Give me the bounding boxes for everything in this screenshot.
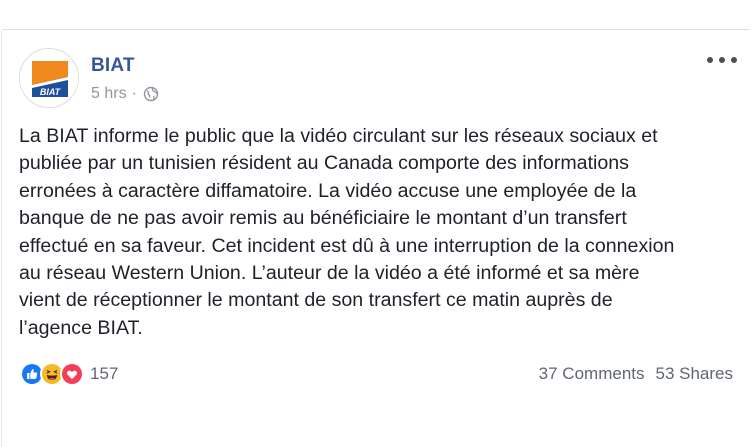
comments-count-link[interactable]: 37 Comments [539,364,645,384]
page-name-link[interactable]: BIAT [91,55,135,77]
more-dot-icon [731,57,737,63]
meta-separator: · [131,85,137,102]
shares-count-link[interactable]: 53 Shares [656,364,734,384]
more-dot-icon [707,57,713,63]
post-body-text: La BIAT informe le public que la vidéo c… [19,125,675,339]
post-meta: 5 hrs · [91,85,159,103]
reactions-summary[interactable]: 157 [20,362,118,386]
more-dot-icon [719,57,725,63]
svg-text:BIAT: BIAT [40,87,62,97]
reaction-count: 157 [90,364,119,383]
biat-logo: BIAT [20,49,78,107]
globe-icon[interactable] [143,86,159,102]
post-timestamp[interactable]: 5 hrs [91,85,127,103]
post-card: BIAT BIAT 5 hrs · La BIAT informe le pub… [1,29,751,447]
love-icon [60,362,84,386]
page-avatar[interactable]: BIAT [19,48,79,108]
more-options-button[interactable] [707,52,737,68]
engagement-summary: 37 Comments 53 Shares [539,364,733,384]
